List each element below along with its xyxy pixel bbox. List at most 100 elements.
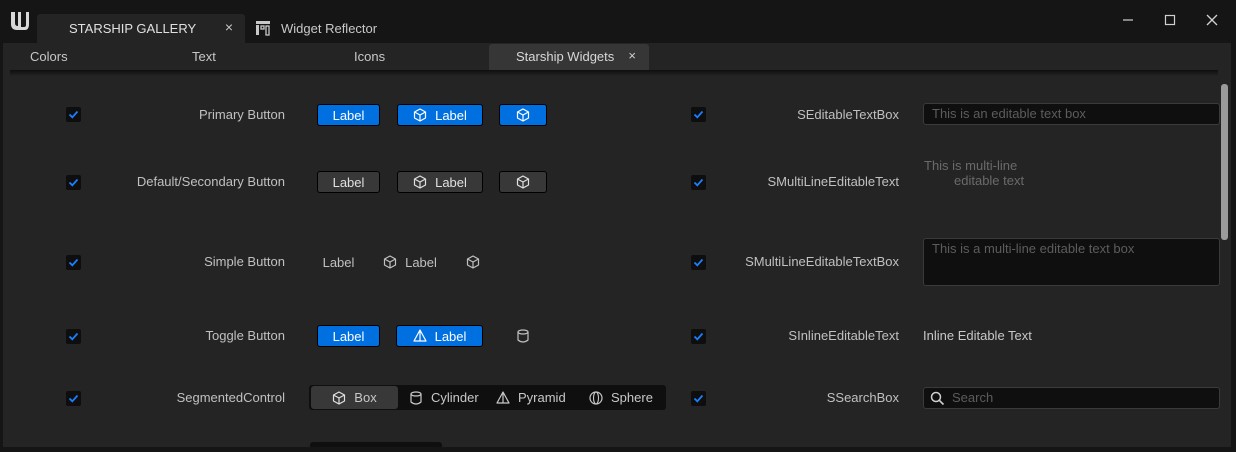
primary-label-button[interactable]: Label [317, 104, 380, 126]
row-label-ssearchbox: SSearchBox [826, 390, 899, 405]
cylinder-icon [410, 390, 422, 405]
row-label-toggle-button: Toggle Button [205, 328, 285, 343]
secondary-label-button[interactable]: Label [317, 171, 380, 193]
segment-label: Sphere [611, 390, 653, 405]
multiline-editable-text[interactable]: This is multi-line editable text [924, 158, 1024, 188]
tab-starship-widgets[interactable]: Starship Widgets × [489, 44, 649, 70]
cube-icon [516, 175, 530, 189]
cube-icon [466, 255, 480, 269]
tab-close-icon[interactable]: × [225, 19, 233, 35]
button-label: Label [434, 328, 467, 344]
cube-icon [413, 108, 427, 122]
enable-checkbox[interactable] [691, 329, 706, 344]
primary-icon-button[interactable] [499, 104, 547, 126]
button-label: Label [405, 254, 437, 270]
toggle-label-button[interactable]: Label [317, 325, 380, 347]
cylinder-icon [517, 329, 529, 343]
tab-starship-gallery-label: STARSHIP GALLERY [69, 21, 197, 36]
enable-checkbox[interactable] [66, 329, 81, 344]
segment-pyramid[interactable]: Pyramid [496, 385, 566, 410]
row-label-primary-button: Primary Button [199, 107, 285, 122]
primary-icon-label-button[interactable]: Label [397, 104, 483, 126]
tab-widget-reflector-label: Widget Reflector [281, 21, 378, 36]
button-label: Label [435, 174, 467, 190]
multiline-text-line-2: editable text [954, 173, 1025, 188]
segment-label: Pyramid [518, 390, 566, 405]
checkmark-icon [68, 332, 79, 341]
cube-icon [383, 255, 397, 269]
pyramid-icon [496, 390, 510, 404]
minimize-icon[interactable] [1116, 10, 1140, 30]
toggle-icon-button[interactable] [510, 325, 536, 347]
maximize-icon[interactable] [1158, 10, 1182, 30]
row-label-smultilineeditabletext: SMultiLineEditableText [767, 174, 899, 189]
row-label-seditabletextbox: SEditableTextBox [797, 107, 899, 122]
checkmark-icon [693, 110, 704, 119]
tab-text[interactable]: Text [192, 49, 216, 64]
checkmark-icon [68, 394, 79, 403]
search-placeholder: Search [952, 390, 994, 405]
multiline-text-line-1: This is multi-line [924, 158, 1018, 173]
cube-icon [413, 175, 427, 189]
search-box[interactable]: Search [923, 387, 1220, 409]
widget-reflector-icon [256, 21, 270, 36]
close-window-icon[interactable] [1200, 10, 1224, 30]
simple-label-button[interactable]: Label [317, 251, 360, 273]
button-label: Label [435, 107, 467, 123]
panel-shadow [10, 70, 1218, 76]
tab-colors[interactable]: Colors [30, 49, 68, 64]
tab-starship-gallery[interactable]: STARSHIP GALLERY × [37, 14, 245, 43]
inline-editable-text[interactable]: Inline Editable Text [923, 328, 1032, 343]
button-label: Label [332, 174, 365, 190]
segment-label: Box [354, 390, 377, 405]
button-label: Label [332, 328, 365, 344]
segmented-control: Box Cylinder Pyramid Sphere [309, 385, 666, 410]
tab-close-icon[interactable]: × [628, 48, 636, 63]
next-row-widget [310, 442, 442, 447]
row-label-smultilineeditabletextbox: SMultiLineEditableTextBox [745, 254, 899, 269]
title-bar: STARSHIP GALLERY × Widget Reflector [0, 0, 1236, 43]
pyramid-icon [412, 329, 427, 342]
checkmark-icon [693, 394, 704, 403]
multiline-text-box-placeholder: This is a multi-line editable text box [932, 241, 1135, 256]
segment-sphere[interactable]: Sphere [589, 385, 653, 410]
button-label: Label [322, 254, 355, 270]
cube-icon [333, 390, 346, 405]
button-label: Label [332, 107, 365, 123]
editable-text-box-placeholder: This is an editable text box [932, 106, 1086, 121]
simple-icon-button[interactable] [460, 251, 486, 273]
editable-text-box[interactable]: This is an editable text box [923, 103, 1220, 125]
segment-label: Cylinder [431, 390, 479, 405]
row-label-segmented-control: SegmentedControl [176, 390, 285, 405]
row-label-sinlineeditabletext: SInlineEditableText [788, 328, 899, 343]
tab-starship-widgets-label: Starship Widgets [516, 49, 615, 64]
secondary-icon-label-button[interactable]: Label [397, 171, 483, 193]
unreal-logo-icon [11, 12, 29, 30]
enable-checkbox[interactable] [691, 255, 706, 270]
enable-checkbox[interactable] [691, 391, 706, 406]
simple-icon-label-button[interactable]: Label [377, 251, 443, 273]
enable-checkbox[interactable] [66, 391, 81, 406]
secondary-icon-button[interactable] [499, 171, 547, 193]
enable-checkbox[interactable] [66, 107, 81, 122]
sphere-icon [589, 390, 603, 405]
multiline-editable-text-box[interactable]: This is a multi-line editable text box [923, 238, 1220, 286]
row-label-simple-button: Simple Button [204, 254, 285, 269]
checkmark-icon [68, 178, 79, 187]
tab-icons[interactable]: Icons [354, 49, 385, 64]
enable-checkbox[interactable] [66, 255, 81, 270]
enable-checkbox[interactable] [691, 107, 706, 122]
enable-checkbox[interactable] [66, 175, 81, 190]
enable-checkbox[interactable] [691, 175, 706, 190]
checkmark-icon [68, 110, 79, 119]
checkmark-icon [693, 178, 704, 187]
segment-box[interactable]: Box [311, 386, 398, 409]
checkmark-icon [693, 332, 704, 341]
search-icon [930, 391, 945, 406]
cube-icon [516, 108, 530, 122]
checkmark-icon [693, 258, 704, 267]
row-label-secondary-button: Default/Secondary Button [136, 174, 285, 189]
toggle-icon-label-button[interactable]: Label [396, 325, 483, 347]
vertical-scrollbar[interactable] [1221, 84, 1228, 240]
segment-cylinder[interactable]: Cylinder [409, 385, 479, 410]
